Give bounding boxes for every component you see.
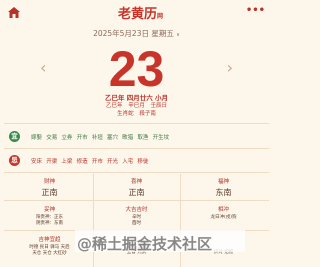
chevron-down-icon: ∨: [176, 32, 180, 38]
god-title: 喜神: [130, 179, 142, 185]
god-title: 福神: [217, 179, 229, 185]
watermark-text: @稀土掘金技术社区: [77, 235, 213, 253]
yi-item: 交易: [46, 135, 58, 141]
yi-item: 嫁娶: [31, 135, 43, 141]
god-direction: 正南: [41, 188, 58, 197]
clash-cell: 相冲 龙日冲(戌)狗: [180, 205, 267, 221]
yi-item: 开生坟: [152, 135, 170, 141]
ji-items: 安床 开渠 上梁 修造 开市 开光 入宅 移徙: [31, 157, 153, 165]
god-direction: 正南: [128, 188, 145, 197]
ji-item: 开渠: [46, 159, 58, 165]
noble-god-cell: 妥神 阳贵神：正东 阴贵神：东南: [6, 205, 93, 227]
cell-title: 相冲: [217, 207, 229, 213]
ji-item: 入宅: [122, 159, 134, 165]
yi-item: 畋猎: [122, 135, 134, 141]
cell-line: 酉时: [132, 221, 141, 226]
watermark: @稀土掘金技术社区: [75, 230, 245, 253]
more-menu-icon[interactable]: •••: [246, 5, 265, 16]
top-bar: 老黄历网 •••: [0, 0, 273, 24]
site-logo[interactable]: 老黄历网: [118, 3, 163, 22]
yi-item: 补垣: [91, 135, 103, 141]
solar-date-text: 2025年5月23日 星期五: [93, 29, 174, 38]
ji-row: 忌 安床 开渠 上梁 修造 开市 开光 入宅 移徙: [9, 154, 269, 170]
yi-item: 开市: [76, 135, 88, 141]
solar-date[interactable]: 2025年5月23日 星期五 ∨: [0, 28, 273, 39]
lucky-hour-cell: 大吉吉时 辛时 酉时: [93, 205, 180, 227]
cell-title: 妥神: [43, 207, 55, 213]
god-cell-fortune: 福神 东南: [180, 177, 267, 198]
yi-row: 宜 嫁娶 交易 立券 开市 补垣 塞穴 畋猎 取渔 开生坟: [9, 130, 269, 146]
cell-line: 龙日冲(戌)狗: [210, 215, 237, 220]
divider: [4, 148, 269, 149]
ji-badge: 忌: [9, 155, 20, 166]
day-number: 23: [108, 41, 165, 97]
ji-item: 开市: [91, 159, 103, 165]
zodiac-animal: 生肖蛇: [117, 111, 134, 117]
god-cell-wealth: 财神 正南: [6, 177, 93, 198]
god-direction: 东南: [215, 188, 232, 197]
cell-title: 大吉吉时: [125, 207, 148, 213]
home-icon[interactable]: [8, 7, 20, 18]
divider: [4, 200, 269, 201]
logo-text: 老黄历: [118, 7, 158, 22]
yi-item: 取渔: [137, 135, 149, 141]
ji-item: 移徙: [137, 159, 149, 165]
ji-item: 安床: [31, 159, 43, 165]
god-cell-joy: 喜神 正南: [93, 177, 180, 198]
cell-line: 阴贵神：东南: [36, 221, 63, 226]
ji-item: 修造: [76, 159, 88, 165]
yi-item: 塞穴: [107, 135, 119, 141]
logo-suffix: 网: [157, 13, 164, 20]
zodiac-clash: 殺子南: [139, 111, 156, 117]
yi-badge: 宜: [9, 131, 20, 142]
zodiac-line: 生肖蛇 殺子南: [0, 109, 273, 117]
divider: [4, 172, 269, 173]
god-title: 财神: [43, 179, 55, 185]
ji-item: 开光: [107, 159, 119, 165]
ji-item: 上梁: [61, 159, 73, 165]
ganzhi-line: 乙巳年 辛巳月 壬辰日: [0, 101, 273, 109]
divider: [4, 123, 269, 124]
yi-item: 立券: [61, 135, 73, 141]
yi-items: 嫁娶 交易 立券 开市 补垣 塞穴 畋猎 取渔 开生坟: [31, 133, 173, 141]
